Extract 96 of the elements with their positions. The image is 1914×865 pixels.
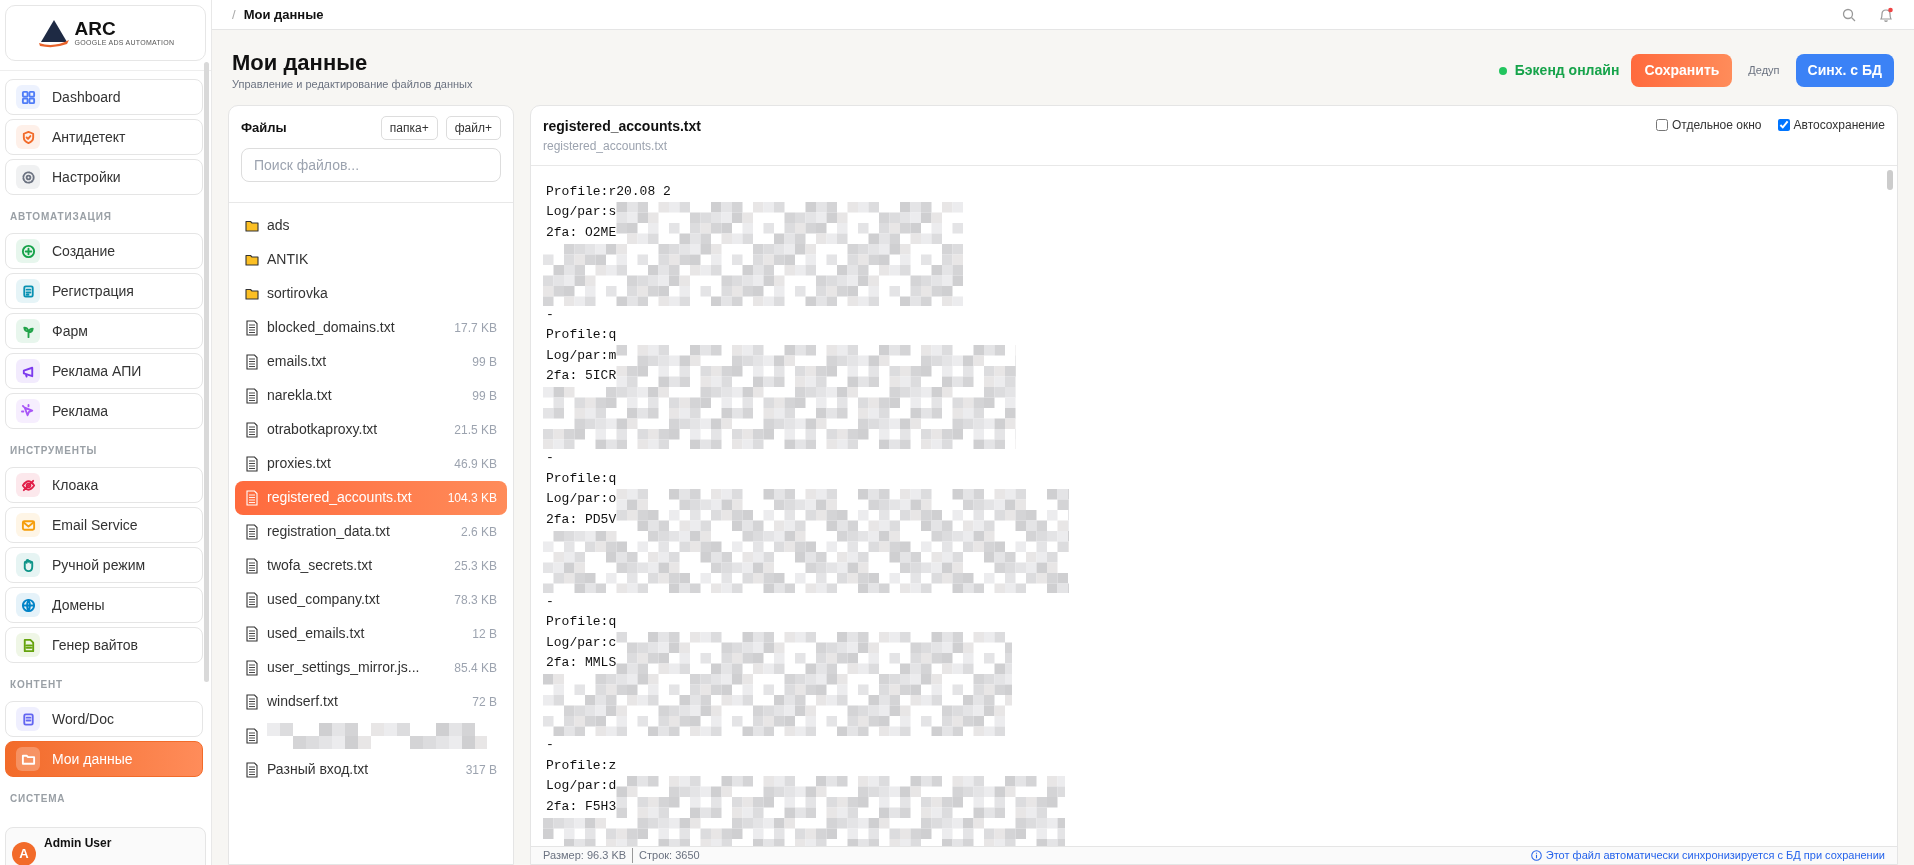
new-folder-button[interactable]: папка+ — [380, 115, 438, 140]
text-line: Profile:q — [546, 614, 617, 630]
folder-item[interactable]: sortirovka — [235, 276, 507, 311]
search-icon[interactable] — [1842, 7, 1856, 22]
file-item[interactable]: windserf.txt 72 B — [235, 684, 507, 719]
file-item[interactable]: emails.txt 99 B — [235, 344, 507, 379]
text-line: Profile:z — [546, 757, 617, 773]
line-count: Строк: 3650 — [639, 848, 700, 864]
sidebar-item[interactable]: Генер вайтов — [5, 627, 203, 663]
new-file-button[interactable]: файл+ — [445, 115, 501, 140]
file-item[interactable]: user_settings_mirror.js... 85.4 KB — [235, 650, 507, 685]
page-subtitle: Управление и редактирование файлов данных — [232, 77, 473, 93]
page-title: Мои данные — [232, 50, 369, 77]
logo-text: ARC — [74, 18, 117, 38]
document-icon — [245, 693, 259, 710]
file-item[interactable]: used_company.txt 78.3 KB — [235, 582, 507, 617]
text-line: Profile:q — [546, 470, 617, 486]
file-item[interactable]: used_emails.txt 12 B — [235, 616, 507, 651]
user-name: Admin User — [44, 835, 112, 852]
text-line: 2fa: 5ICR — [546, 368, 617, 384]
file-path: registered_accounts.txt — [543, 137, 669, 155]
file-item[interactable]: narekla.txt 99 B — [235, 378, 507, 413]
sidebar-item[interactable]: Клоака — [5, 467, 203, 503]
notification-bell-icon[interactable] — [1878, 6, 1894, 23]
logo-icon — [36, 18, 71, 48]
document-icon — [245, 455, 259, 472]
document-icon — [245, 659, 259, 676]
document-icon — [245, 761, 259, 778]
text-line: 2fa: MMLS — [546, 655, 617, 671]
backend-status: Бэкенд онлайн — [1514, 61, 1620, 80]
document-icon — [245, 523, 259, 540]
text-line: Profile:q — [546, 327, 617, 343]
text-line: Log/par:d — [546, 778, 617, 794]
text-line: Log/par:o — [546, 491, 617, 507]
text-line: 2fa: F5H3 — [546, 798, 617, 814]
checkbox-label: Автосохранение — [1793, 116, 1885, 134]
search-field[interactable]: Поиск файлов... — [241, 147, 501, 182]
section-label: ИНСТРУМЕНТЫ — [10, 444, 99, 458]
text-line: 2fa: PD5V — [546, 511, 617, 527]
user-avatar: A — [12, 842, 36, 865]
sidebar-item[interactable]: Реклама АПИ — [5, 353, 203, 389]
file-title: registered_accounts.txt — [543, 116, 701, 136]
breadcrumb-separator: / — [232, 5, 236, 24]
text-line: - — [546, 736, 554, 755]
text-line: Log/par:s — [546, 204, 617, 220]
sync-button[interactable]: Синх. с БД — [1795, 54, 1894, 87]
document-icon — [245, 353, 259, 370]
separate-window-checkbox[interactable] — [1656, 118, 1668, 131]
sidebar-item[interactable]: Ручной режим — [5, 547, 203, 583]
sidebar-item[interactable]: Создание — [5, 233, 203, 269]
document-icon — [245, 489, 259, 506]
document-icon — [245, 319, 259, 336]
sidebar-item[interactable]: Регистрация — [5, 273, 203, 309]
document-icon — [245, 557, 259, 574]
document-icon — [245, 727, 259, 744]
sidebar-item[interactable]: Dashboard — [5, 79, 203, 115]
file-item[interactable]: blocked_domains.txt 17.7 KB — [235, 310, 507, 345]
text-line: - — [546, 305, 554, 324]
sync-note: Этот файл автоматически синхронизируется с БД при сохранении — [1545, 848, 1885, 864]
sidebar-item[interactable]: Антидетект — [5, 119, 203, 155]
scrollbar[interactable] — [1887, 169, 1893, 190]
document-icon — [245, 625, 259, 642]
sidebar-item[interactable]: Word/Doc — [5, 701, 203, 737]
section-label: СИСТЕМА — [10, 792, 67, 806]
section-label: АВТОМАТИЗАЦИЯ — [10, 210, 113, 224]
checkbox-label: Отдельное окно — [1672, 116, 1762, 134]
breadcrumb: Мои данные — [243, 5, 324, 24]
folder-item[interactable]: ads — [235, 208, 507, 243]
sidebar-item[interactable]: Реклама — [5, 393, 203, 429]
folder-item[interactable]: ANTIK — [235, 242, 507, 277]
file-item[interactable]: registration_data.txt 2.6 KB — [235, 514, 507, 549]
sidebar-item[interactable]: Email Service — [5, 507, 203, 543]
text-line: 2fa: O2ME — [546, 224, 617, 240]
section-label: КОНТЕНТ — [10, 678, 64, 692]
text-line: Log/par:m — [546, 347, 617, 363]
text-line: Log/par:c — [546, 634, 617, 650]
sidebar-item[interactable]: Настройки — [5, 159, 203, 195]
text-line: Profile:r20.08 2 — [546, 183, 671, 199]
dedup-button[interactable]: Дедуп — [1738, 62, 1790, 79]
document-icon — [245, 421, 259, 438]
scrollbar[interactable] — [204, 62, 209, 682]
sidebar-item[interactable]: Домены — [5, 587, 203, 623]
sidebar-item[interactable]: Фарм — [5, 313, 203, 349]
text-line: - — [546, 592, 554, 611]
file-item[interactable]: Разный вход.txt 317 B — [235, 752, 507, 787]
file-item[interactable]: otrabotkaproxy.txt 21.5 KB — [235, 412, 507, 447]
user-card[interactable]: A Admin User — [5, 827, 206, 865]
file-item[interactable]: proxies.txt 46.9 KB — [235, 446, 507, 481]
file-item[interactable]: twofa_secrets.txt 25.3 KB — [235, 548, 507, 583]
info-icon — [1530, 850, 1542, 861]
file-size: Размер: 96.3 KB — [543, 848, 627, 864]
text-line: - — [546, 449, 554, 468]
document-icon — [245, 387, 259, 404]
document-icon — [245, 591, 259, 608]
autosave-checkbox[interactable] — [1777, 118, 1790, 131]
files-title: Файлы — [241, 119, 287, 138]
